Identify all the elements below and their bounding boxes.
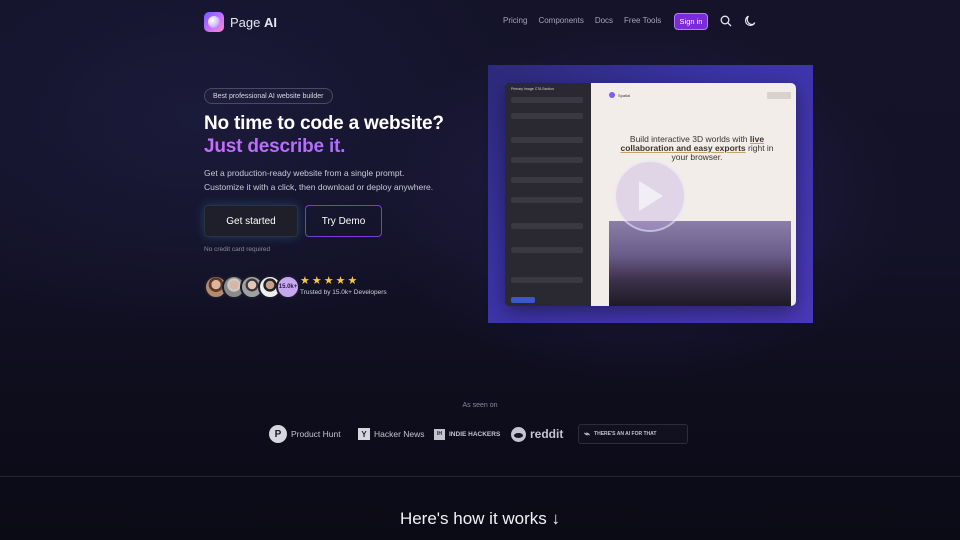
sign-in-button[interactable]: Sign in <box>674 13 708 30</box>
logo-label: reddit <box>530 427 564 441</box>
star-icon: ★ <box>300 275 310 287</box>
logo-label: THERE'S AN AI FOR THAT <box>594 431 657 437</box>
logo-mark-icon <box>204 12 224 32</box>
preview-logo-icon <box>609 92 615 98</box>
avatar-group: 15.0k+ <box>204 275 300 299</box>
hero-badge: Best professional AI website builder <box>204 88 333 104</box>
nav-links: Pricing Components Docs Free Tools <box>503 16 672 25</box>
dark-mode-moon-icon[interactable] <box>743 14 757 28</box>
indie-hackers-logo[interactable]: IH INDIE HACKERS <box>434 424 500 444</box>
theresanai-icon: ⌁ <box>584 428 591 440</box>
top-nav: Page AI Pricing Components Docs Free Too… <box>0 0 960 44</box>
preview-site-name: Spatial <box>618 93 631 98</box>
get-started-button[interactable]: Get started <box>204 205 298 237</box>
logo-label: Hacker News <box>374 429 425 439</box>
press-logos: P Product Hunt Y Hacker News IH INDIE HA… <box>0 424 960 444</box>
play-button[interactable] <box>614 160 686 232</box>
reddit-logo[interactable]: reddit <box>511 424 563 444</box>
hero-title: No time to code a website? Just describe… <box>204 112 444 158</box>
panel-header: Primary Image CTA Section <box>511 87 554 91</box>
star-icon: ★ <box>335 275 346 287</box>
page-background <box>0 0 960 540</box>
how-it-works-heading: Here's how it works ↓ <box>399 509 561 528</box>
no-credit-card-note: No credit card required <box>204 246 271 253</box>
editor-side-panel: Primary Image CTA Section <box>505 83 591 306</box>
hero-title-line2: Just describe it. <box>204 135 444 158</box>
nav-link-free-tools[interactable]: Free Tools <box>624 16 661 25</box>
trusted-by-text: Trusted by 15.0k+ Developers <box>300 289 387 296</box>
try-demo-button[interactable]: Try Demo <box>305 205 382 237</box>
star-icon: ★ <box>323 275 334 287</box>
preview-hero-image <box>609 221 791 306</box>
section-divider <box>0 476 960 477</box>
hero-title-line1: No time to code a website? <box>204 113 444 134</box>
logo-label: Product Hunt <box>291 429 341 439</box>
as-seen-on-label: As seen on <box>462 402 498 409</box>
hacker-news-icon: Y <box>358 428 370 440</box>
nav-link-components[interactable]: Components <box>538 16 583 25</box>
product-hunt-icon: P <box>269 425 287 443</box>
nav-link-docs[interactable]: Docs <box>595 16 613 25</box>
hero-subtitle-line1: Get a production-ready website from a si… <box>204 168 405 178</box>
reddit-icon <box>511 426 526 442</box>
logo-label: INDIE HACKERS <box>449 430 501 438</box>
indie-hackers-icon: IH <box>434 428 445 440</box>
brand-name-light: Page <box>230 14 264 30</box>
preview-headline: Build interactive 3D worlds with live co… <box>620 134 774 162</box>
brand-logo[interactable]: Page AI <box>204 12 277 32</box>
star-icon: ★ <box>311 275 322 287</box>
hacker-news-logo[interactable]: Y Hacker News <box>358 424 425 444</box>
nav-link-pricing[interactable]: Pricing <box>503 16 527 25</box>
brand-name-bold: AI <box>263 14 277 30</box>
rating-stars: ★ ★ ★ ★ ★ <box>300 276 357 287</box>
search-icon[interactable] <box>719 14 733 28</box>
hero-subtitle-line2: Customize it with a click, then download… <box>204 182 434 192</box>
star-icon: ★ <box>347 275 358 287</box>
theresanai-logo[interactable]: ⌁ THERE'S AN AI FOR THAT <box>578 424 688 444</box>
play-icon <box>639 181 663 211</box>
product-hunt-logo[interactable]: P Product Hunt <box>269 424 341 444</box>
avatar-count: 15.0k+ <box>276 275 300 299</box>
hero-subtitle: Get a production-ready website from a si… <box>204 166 433 194</box>
